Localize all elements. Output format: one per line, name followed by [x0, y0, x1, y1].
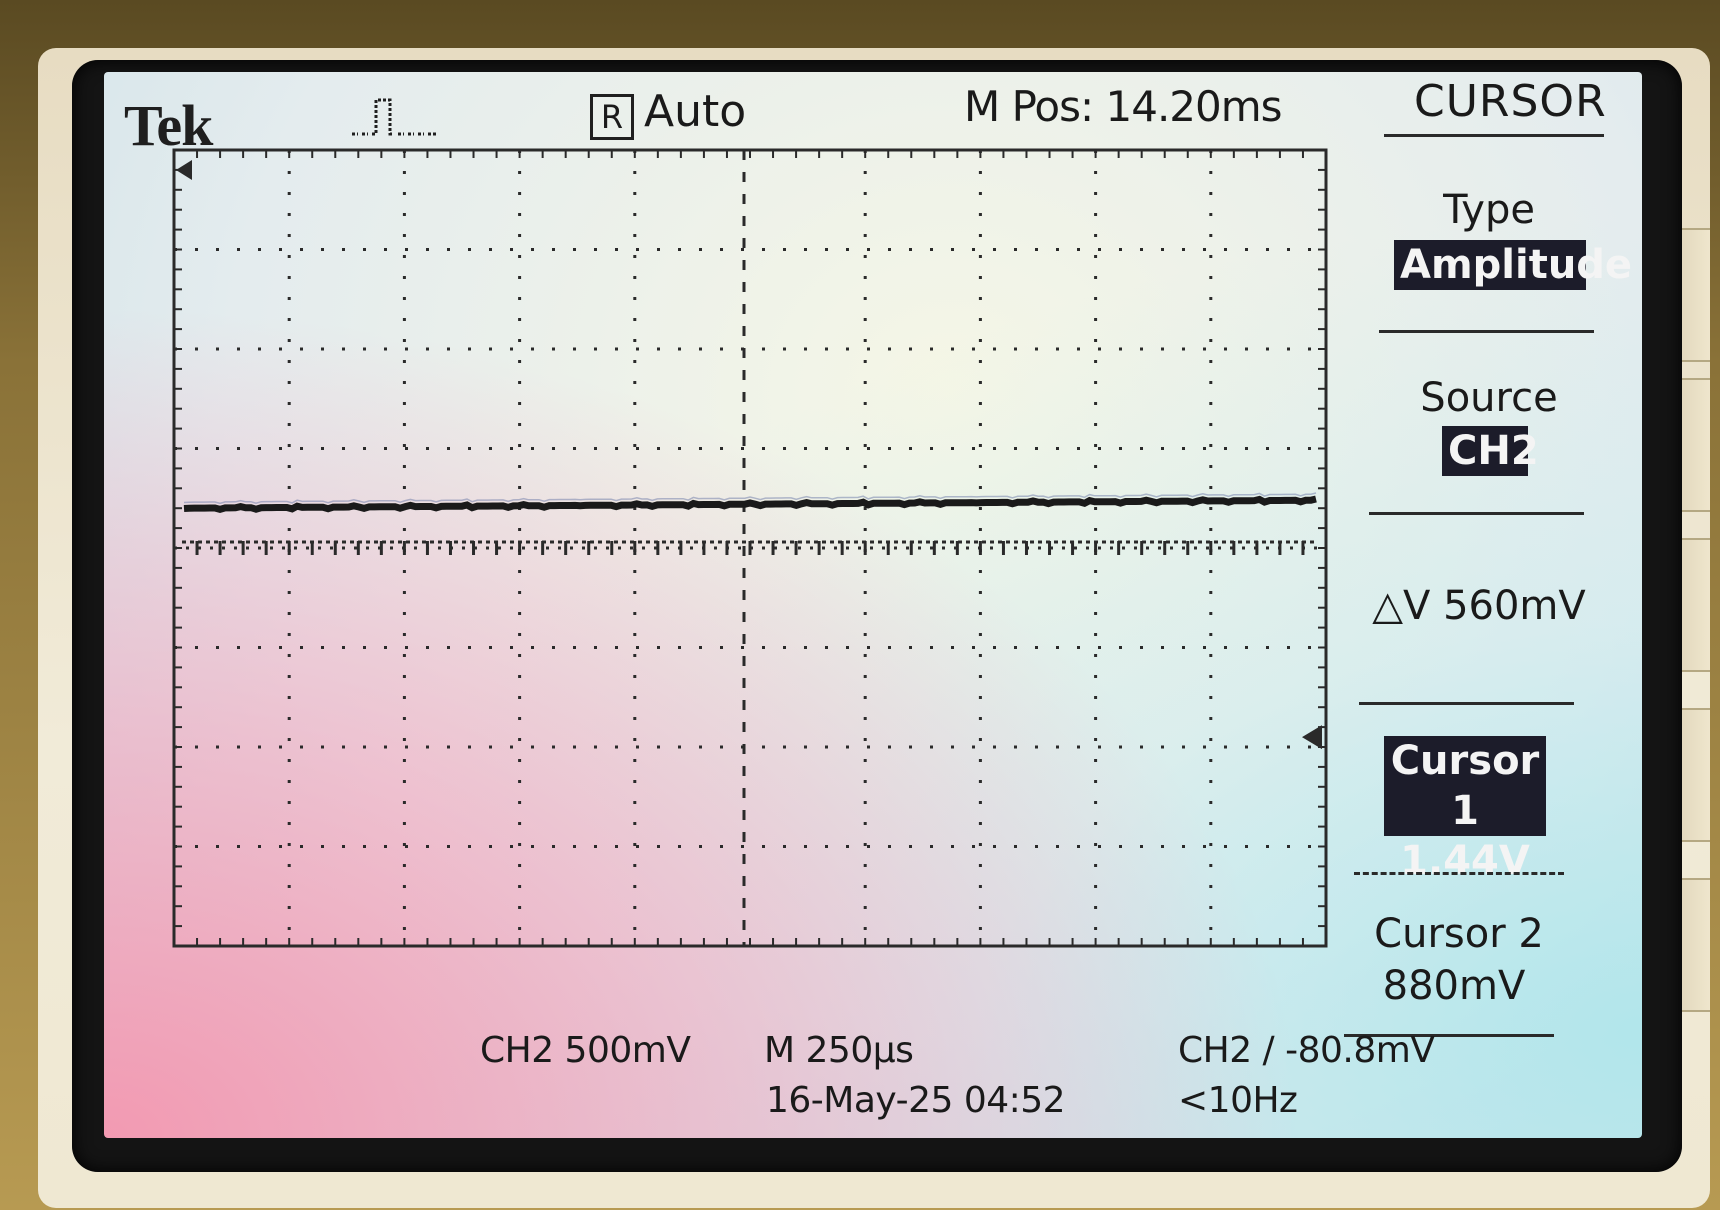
main-position-readout: M Pos: 14.20ms [964, 82, 1283, 131]
cursor1-value: 1.44V [1400, 838, 1530, 884]
cursor1-button[interactable]: Cursor 1 1.44V [1384, 736, 1546, 884]
trigger-pulse-icon [352, 98, 436, 136]
menu-divider [1369, 512, 1584, 515]
trigger-mode: Auto [644, 86, 747, 137]
cursor2-value: 880mV [1382, 963, 1526, 1009]
date-time: 16-May-25 04:52 [766, 1080, 1066, 1121]
oscilloscope-screen: Tek R Auto M Pos: 14.20ms CURSOR 2 Type … [104, 72, 1642, 1138]
delta-v-readout: △V 560mV [1372, 583, 1586, 629]
cursor2-label: Cursor 2 [1374, 911, 1544, 957]
menu-title: CURSOR [1414, 76, 1607, 127]
timebase-scale: M 250µs [764, 1030, 914, 1071]
trigger-level-marker [1302, 725, 1322, 750]
menu-source-label: Source [1420, 375, 1558, 421]
menu-type-label: Type [1443, 187, 1535, 233]
menu-divider [1359, 702, 1574, 705]
menu-type-value[interactable]: Amplitude [1394, 240, 1632, 290]
frequency-readout: <10Hz [1178, 1080, 1298, 1121]
horizontal-position-marker [176, 160, 192, 180]
channel-scale: CH2 500mV [480, 1030, 691, 1071]
menu-divider-dashed [1354, 872, 1564, 875]
menu-source-value[interactable]: CH2 [1442, 426, 1539, 476]
menu-divider [1384, 134, 1604, 137]
graticule: 2 [172, 148, 1328, 948]
trigger-info: CH2 ∕ -80.8mV [1178, 1030, 1435, 1071]
cursor1-label: Cursor 1 [1390, 738, 1540, 834]
acquisition-state-marker: R [590, 94, 634, 140]
menu-divider [1379, 330, 1594, 333]
